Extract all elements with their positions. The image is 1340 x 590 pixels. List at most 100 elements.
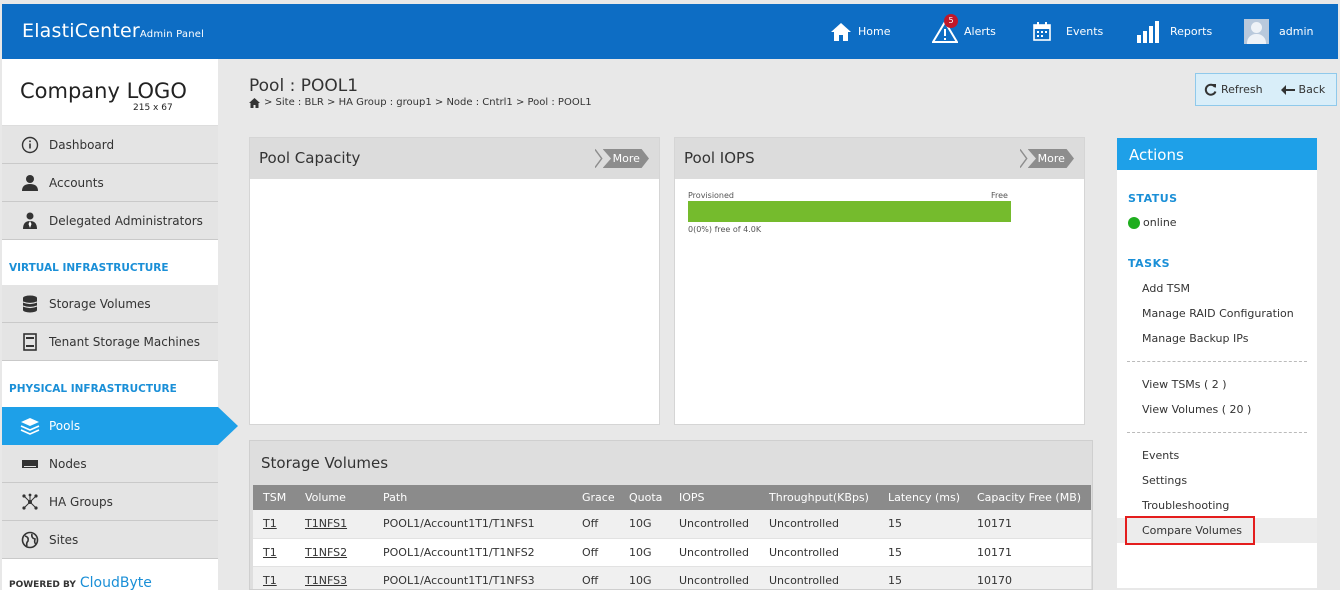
panel-title: Storage Volumes xyxy=(261,454,389,472)
sidebar-item-label: Storage Volumes xyxy=(49,296,151,311)
refresh-label: Refresh xyxy=(1221,83,1263,96)
tsm-link[interactable]: T1 xyxy=(253,510,295,539)
sidebar-item-storage-volumes[interactable]: Storage Volumes xyxy=(2,285,218,323)
logo-text: Company LOGO xyxy=(20,79,187,103)
sidebar-item-tenant-storage-machines[interactable]: Tenant Storage Machines xyxy=(2,323,218,361)
status-indicator: online xyxy=(1128,216,1177,229)
sidebar-item-label: Delegated Administrators xyxy=(49,213,203,228)
actions-title: Actions xyxy=(1117,138,1317,170)
table-row: T1 T1NFS3 POOL1/Account1T1/T1NFS3 Off 10… xyxy=(253,566,1091,589)
brand[interactable]: ElastiCenterAdmin Panel xyxy=(22,20,204,42)
database-icon xyxy=(20,294,40,314)
top-bar: ElastiCenterAdmin Panel Home 5 Alerts Ev… xyxy=(2,4,1338,59)
storage-volumes-panel: Storage Volumes TSM Volume Path Grace Qu… xyxy=(249,440,1093,590)
user-icon xyxy=(20,173,40,193)
nav-events[interactable]: Events xyxy=(1032,4,1103,59)
action-settings[interactable]: Settings xyxy=(1142,474,1187,487)
sidebar-item-nodes[interactable]: Nodes xyxy=(2,445,218,483)
quota-cell: 10G xyxy=(619,510,669,539)
grace-cell: Off xyxy=(572,538,619,567)
throughput-cell: Uncontrolled xyxy=(759,538,878,567)
nav-alerts-label: Alerts xyxy=(964,25,996,38)
grace-cell: Off xyxy=(572,566,619,589)
sidebar: Company LOGO 215 x 67 Dashboard Accounts… xyxy=(2,59,238,590)
sidebar-item-delegated-administrators[interactable]: Delegated Administrators xyxy=(2,202,218,240)
column-header[interactable]: Latency (ms) xyxy=(878,485,967,510)
throughput-cell: Uncontrolled xyxy=(759,510,878,539)
divider xyxy=(1127,361,1307,362)
home-icon[interactable] xyxy=(249,97,260,108)
latency-cell: 15 xyxy=(878,510,967,539)
nav-user[interactable]: admin xyxy=(1244,4,1313,59)
status-dot-icon xyxy=(1128,216,1140,229)
pool-iops-panel: Pool IOPS More Provisioned Free 0(0%) fr… xyxy=(674,137,1085,425)
action-add-tsm[interactable]: Add TSM xyxy=(1142,282,1190,295)
action-manage-backup-ips[interactable]: Manage Backup IPs xyxy=(1142,332,1248,345)
sidebar-item-label: Accounts xyxy=(49,175,104,190)
path-cell: POOL1/Account1T1/T1NFS3 xyxy=(373,566,572,589)
throughput-cell: Uncontrolled xyxy=(759,566,878,589)
volume-link[interactable]: T1NFS1 xyxy=(295,510,373,539)
capacity-free-cell: 10170 xyxy=(967,566,1091,589)
more-button[interactable]: More xyxy=(1020,149,1074,168)
section-physical-infrastructure: PHYSICAL INFRASTRUCTURE xyxy=(2,361,218,407)
capacity-free-cell: 10171 xyxy=(967,538,1091,567)
latency-cell: 15 xyxy=(878,566,967,589)
tsm-link[interactable]: T1 xyxy=(253,566,295,589)
column-header[interactable]: TSM xyxy=(253,485,295,510)
cloudbyte-logo: CloudByte xyxy=(79,575,152,590)
more-button[interactable]: More xyxy=(595,149,649,168)
nav-alerts[interactable]: 5 Alerts xyxy=(932,4,996,59)
table-header-row: TSM Volume Path Grace Quota IOPS Through… xyxy=(253,485,1091,510)
action-troubleshooting[interactable]: Troubleshooting xyxy=(1142,499,1229,512)
column-header[interactable]: Grace xyxy=(572,485,619,510)
brand-name: ElastiCenter xyxy=(22,20,140,42)
breadcrumb-path[interactable]: > Site : BLR > HA Group : group1 > Node … xyxy=(264,97,592,108)
provisioned-label: Provisioned xyxy=(688,191,735,200)
sidebar-item-ha-groups[interactable]: HA Groups xyxy=(2,483,218,521)
sidebar-item-label: Pools xyxy=(49,419,81,433)
more-label: More xyxy=(1027,149,1074,168)
sidebar-item-accounts[interactable]: Accounts xyxy=(2,164,218,202)
action-manage-raid-configuration[interactable]: Manage RAID Configuration xyxy=(1142,307,1294,320)
back-label: Back xyxy=(1298,83,1326,96)
server-icon xyxy=(20,332,40,352)
nav-home[interactable]: Home xyxy=(830,4,890,59)
action-events[interactable]: Events xyxy=(1142,449,1179,462)
iops-cell: Uncontrolled xyxy=(669,538,759,567)
iops-usage-bar xyxy=(688,201,1011,222)
sidebar-item-sites[interactable]: Sites xyxy=(2,521,218,559)
column-header[interactable]: Quota xyxy=(619,485,669,510)
globe-icon xyxy=(20,530,40,550)
calendar-icon xyxy=(1033,21,1051,41)
network-icon xyxy=(20,492,40,512)
selection-highlight-box xyxy=(1125,516,1255,545)
column-header[interactable]: Volume xyxy=(295,485,373,510)
back-button[interactable]: Back xyxy=(1280,83,1326,96)
column-header[interactable]: Throughput(KBps) xyxy=(759,485,878,510)
chevron-right-icon xyxy=(1020,149,1028,168)
nav-reports[interactable]: Reports xyxy=(1136,4,1212,59)
brand-subtitle: Admin Panel xyxy=(139,29,205,40)
table-row: T1 T1NFS1 POOL1/Account1T1/T1NFS1 Off 10… xyxy=(253,510,1091,539)
powered-by-label: POWERED BY xyxy=(9,580,76,590)
sidebar-item-label: Dashboard xyxy=(49,137,115,152)
column-header[interactable]: IOPS xyxy=(669,485,759,510)
action-view-tsms[interactable]: View TSMs ( 2 ) xyxy=(1142,378,1227,391)
panel-title: Pool IOPS xyxy=(684,149,755,167)
tsm-link[interactable]: T1 xyxy=(253,538,295,567)
sidebar-item-pools[interactable]: Pools xyxy=(2,407,238,445)
panel-title: Pool Capacity xyxy=(259,149,361,167)
quota-cell: 10G xyxy=(619,538,669,567)
sidebar-item-label: HA Groups xyxy=(49,494,113,509)
nav-events-label: Events xyxy=(1066,25,1104,38)
action-view-volumes[interactable]: View Volumes ( 20 ) xyxy=(1142,403,1251,416)
volume-link[interactable]: T1NFS2 xyxy=(295,538,373,567)
volume-link[interactable]: T1NFS3 xyxy=(295,566,373,589)
refresh-button[interactable]: Refresh xyxy=(1204,83,1263,96)
layers-icon xyxy=(20,416,40,436)
column-header[interactable]: Path xyxy=(373,485,572,510)
column-header[interactable]: Capacity Free (MB) xyxy=(967,485,1091,510)
sidebar-item-dashboard[interactable]: Dashboard xyxy=(2,126,218,164)
arrow-left-icon xyxy=(1280,84,1295,95)
